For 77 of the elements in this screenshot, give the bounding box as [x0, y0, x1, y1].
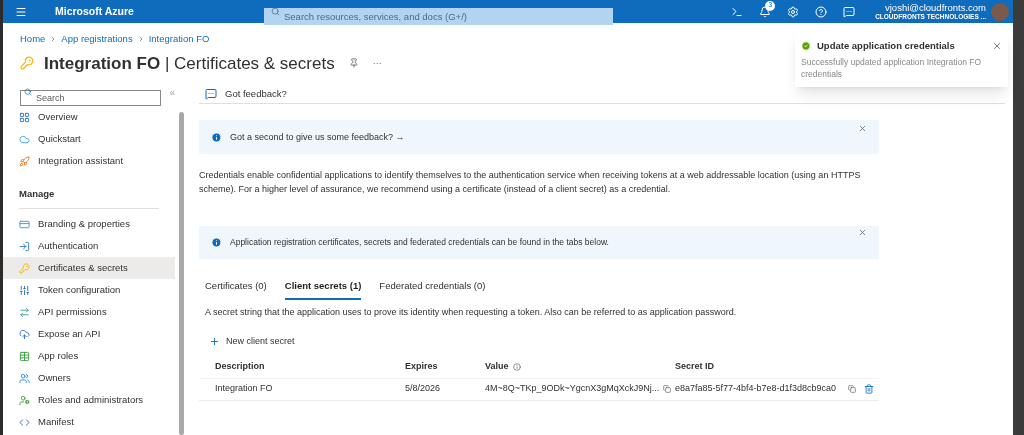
- page-title: Integration FO | Certificates & secrets: [44, 52, 335, 75]
- sidebar-item[interactable]: Owners: [3, 367, 175, 390]
- feedback-link[interactable]: Got feedback?: [225, 86, 287, 101]
- sidebar-item[interactable]: Authentication: [3, 235, 175, 258]
- column-header: Description: [215, 360, 265, 374]
- column-header: Expires: [405, 360, 438, 374]
- sliders-icon: [19, 284, 30, 296]
- delete-icon[interactable]: [864, 384, 875, 394]
- plus-icon: [209, 336, 220, 348]
- tab[interactable]: Federated credentials (0): [379, 279, 486, 300]
- new-secret-button[interactable]: New client secret: [209, 335, 295, 349]
- sidebar-item[interactable]: Manifest: [3, 411, 175, 434]
- arrows-icon: [19, 306, 30, 318]
- user-icon: [19, 394, 30, 406]
- close-icon[interactable]: [858, 228, 867, 238]
- tab[interactable]: Client secrets (1): [284, 279, 362, 300]
- settings-icon[interactable]: [787, 5, 800, 18]
- search-field[interactable]: Search resources, services, and docs (G+/): [264, 8, 613, 25]
- sidebar-item[interactable]: Branding & properties: [3, 213, 175, 236]
- table-icon: [19, 350, 30, 362]
- breadcrumb-link[interactable]: Home: [20, 32, 46, 47]
- close-icon[interactable]: [858, 124, 867, 134]
- info-icon: [211, 131, 222, 143]
- intro-text: Credentials enable confidential applications to identify themselves to the authentication service when receiving tokens at a web addressable location (using an HTTPS scheme). For a higher level of assurance, we recommend using a certificate (instead of a client secret) as a credential.: [199, 169, 862, 197]
- table-cell: e8a7fa85-5f77-4bf4-b7e8-d1f3d8cb9ca0: [675, 382, 837, 396]
- cloud-icon: [19, 133, 30, 145]
- brand-name[interactable]: Microsoft Azure: [55, 3, 205, 20]
- people-icon: [19, 372, 30, 384]
- account-email[interactable]: vjoshi@cloudfronts.com: [885, 2, 986, 12]
- sidebar-item[interactable]: API permissions: [3, 301, 175, 324]
- column-header: Secret ID: [675, 360, 715, 374]
- section-heading: Manage: [19, 188, 55, 200]
- banner-text: Application registration certificates, secrets and federated credentials can be found in the tabs below.: [230, 236, 610, 250]
- tab[interactable]: Certificates (0): [205, 279, 267, 300]
- cloud-icon: [19, 328, 30, 340]
- breadcrumb-link[interactable]: Integration FO: [148, 32, 210, 47]
- key-icon: [20, 55, 34, 72]
- rocket-icon: [19, 155, 30, 167]
- search-icon: [24, 88, 32, 97]
- sidebar-item[interactable]: App roles: [3, 345, 175, 368]
- copy-icon[interactable]: [848, 385, 857, 393]
- breadcrumb-link[interactable]: App registrations: [61, 32, 133, 47]
- toast-title: Update application credentials: [817, 39, 956, 53]
- terminal-icon[interactable]: [731, 5, 744, 18]
- banner-text[interactable]: Got a second to give us some feedback? →: [230, 130, 850, 144]
- column-header: Value: [485, 360, 509, 374]
- success-icon: [801, 41, 811, 52]
- scrollbar[interactable]: [178, 112, 184, 435]
- more-button[interactable]: ···: [372, 56, 382, 70]
- table-cell: 4M~8Q~TKp_9ODk~YgcnX3gMqXckJ9Nj...: [485, 382, 660, 396]
- toast-message: Successfully updated application Integration FO credentials: [801, 56, 983, 81]
- sign-in-icon: [19, 240, 30, 252]
- grid-icon: [19, 111, 30, 123]
- bell-icon[interactable]: [759, 5, 772, 18]
- sidebar-item[interactable]: Overview: [3, 106, 175, 129]
- search-icon: [271, 7, 280, 16]
- table-cell-text: 5/8/2026: [405, 382, 442, 396]
- table-cell-text: Integration FO: [215, 382, 274, 396]
- sidebar-item[interactable]: Roles and administrators: [3, 389, 175, 412]
- copy-icon[interactable]: [663, 385, 672, 393]
- help-icon[interactable]: [815, 5, 828, 18]
- info-icon[interactable]: [512, 363, 521, 371]
- key-icon: [19, 262, 30, 274]
- sidebar-item[interactable]: Token configuration: [3, 279, 175, 302]
- card-icon: [19, 218, 30, 230]
- sidebar-item[interactable]: Certificates & secrets: [3, 257, 175, 280]
- feedback-icon[interactable]: [205, 87, 217, 100]
- sidebar-search-field[interactable]: Search: [20, 90, 162, 107]
- close-icon[interactable]: [992, 41, 1002, 52]
- pin-icon[interactable]: [348, 58, 359, 69]
- info-icon: [211, 237, 222, 249]
- menu-icon[interactable]: [15, 5, 27, 18]
- code-icon: [19, 416, 30, 428]
- tab-description: A secret string that the application uses to prove its identity when requesting a token. Also can be referred to as application password.: [204, 305, 738, 319]
- sidebar-item[interactable]: Quickstart: [3, 128, 175, 151]
- sidebar-item[interactable]: Expose an API: [3, 323, 175, 346]
- sidebar-item[interactable]: Integration assistant: [3, 150, 175, 173]
